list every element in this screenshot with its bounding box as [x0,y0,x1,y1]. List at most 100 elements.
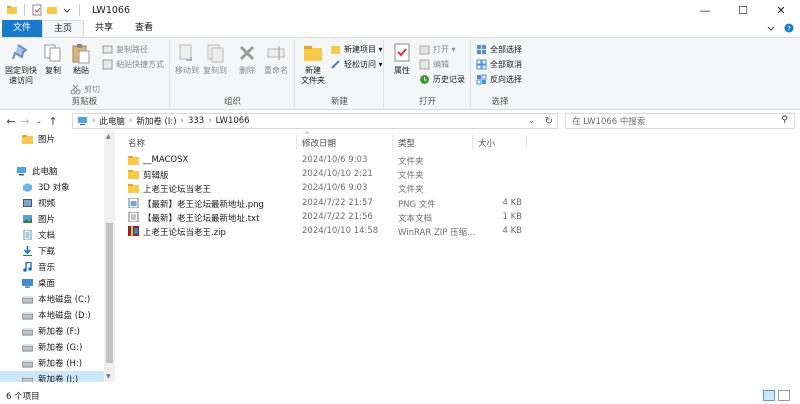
tab-home[interactable]: 主页 [42,20,85,37]
nav-item[interactable]: 视频 [0,195,115,211]
open-group-label: 打开 [418,97,436,107]
column-date[interactable]: 修改日期 [302,137,336,149]
search-input[interactable]: 在 LW1066 中搜索 ⚲ [565,113,795,129]
pin-to-quick-access-button[interactable]: 固定到快 速访问 [4,42,38,86]
delete-button[interactable]: 删除 [235,42,259,76]
nav-item[interactable]: 图片 [0,131,115,147]
file-row[interactable]: 【最新】老王论坛最新地址.png 2024/7/22 21:57 PNG 文件 4 K… [116,196,800,210]
search-icon[interactable]: ⚲ [781,115,788,125]
breadcrumb-item[interactable]: 此电脑 [99,115,125,127]
open-button[interactable]: 打开 ▾ [419,44,456,55]
new-item-button[interactable]: 新建项目 ▾ [330,44,383,55]
history-button[interactable]: 历史记录 [419,74,465,85]
recent-chevron-down-icon[interactable]: ⌄ [32,117,46,125]
refresh-icon[interactable]: ↻ [545,116,553,127]
nav-item[interactable]: 此电脑 [0,163,115,179]
copy-to-button[interactable]: 复制到 [201,42,229,76]
nav-item-label: 新加卷 (F:) [38,327,80,337]
computer-icon [17,167,26,176]
file-row[interactable]: __MACOSX 2024/10/6 9:03 文件夹 [116,153,800,167]
properties-icon[interactable] [31,4,43,16]
new-folder-button[interactable]: 新建 文件夹 [298,42,328,86]
nav-item[interactable]: 图片 [0,211,115,227]
documents-icon [23,230,32,240]
folder-icon [128,156,139,165]
copy-button[interactable]: 复制 [40,42,66,76]
details-view-icon[interactable] [763,390,775,401]
nav-item[interactable]: 新加卷 (G:) [0,339,115,355]
nav-item[interactable]: 3D 对象 [0,179,115,195]
tab-share[interactable]: 共享 [84,20,124,37]
cut-button[interactable]: 剪切 [70,84,100,95]
paste-icon [72,44,90,64]
delete-label: 删除 [239,66,255,75]
nav-item[interactable]: 本地磁盘 (D:) [0,307,115,323]
svg-text:?: ? [787,25,791,33]
large-icons-view-icon[interactable] [778,390,790,401]
tab-file[interactable]: 文件 [2,20,43,37]
nav-item-label: 3D 对象 [38,183,70,193]
3d-objects-icon [23,183,32,192]
easy-access-button[interactable]: 轻松访问 ▾ [330,59,383,70]
file-row[interactable]: 上老王论坛当老王 2024/10/6 9:03 文件夹 [116,181,800,195]
paste-button[interactable]: 粘贴 [68,42,94,76]
nav-item[interactable]: 下载 [0,243,115,259]
chevron-right-icon: › [180,116,184,126]
chevron-right-icon: › [92,116,96,126]
minimize-button[interactable]: — [686,0,724,20]
nav-scrollbar[interactable]: ▲ ▼ [104,131,115,382]
file-row[interactable]: 剪辑版 2024/10/10 2:21 文件夹 [116,167,800,181]
scroll-up-icon[interactable]: ▲ [106,133,111,140]
nav-item[interactable]: 桌面 [0,275,115,291]
back-arrow-icon[interactable]: ← [4,115,18,128]
close-button[interactable]: ✕ [762,0,800,20]
breadcrumb[interactable]: › 此电脑 › 新加卷 (I:) › 333 › LW1066 ⌄ ↻ [72,113,558,129]
chevron-down-icon[interactable] [61,4,73,16]
up-arrow-icon[interactable]: ↑ [46,115,60,128]
copy-to-label: 复制到 [203,66,227,75]
file-name: __MACOSX [143,155,189,165]
column-size[interactable]: 大小 [478,137,495,149]
forward-arrow-icon[interactable]: → [18,115,32,128]
edit-button[interactable]: 编辑 [419,59,449,70]
column-type[interactable]: 类型 [398,137,415,149]
new-item-icon [331,46,340,54]
maximize-button[interactable]: ☐ [724,0,762,20]
breadcrumb-item[interactable]: 333 [188,116,204,126]
nav-item[interactable]: 新加卷 (I:) [0,371,115,382]
select-none-button[interactable]: 全部取消 [476,59,522,70]
breadcrumb-item[interactable]: 新加卷 (I:) [136,115,176,127]
new-group: 新建 文件夹 新建项目 ▾ 轻松访问 ▾ 新建 [296,40,384,108]
select-none-label: 全部取消 [490,60,522,69]
scroll-down-icon[interactable]: ▼ [106,373,111,380]
help-icon[interactable]: ? [784,23,794,33]
rename-button[interactable]: 重命名 [261,42,291,76]
chevron-down-icon[interactable] [766,23,776,33]
nav-item[interactable]: 新加卷 (F:) [0,323,115,339]
select-all-button[interactable]: 全部选择 [476,44,522,55]
nav-item[interactable]: 音乐 [0,259,115,275]
new-folder-icon[interactable] [46,4,58,16]
nav-item-label: 本地磁盘 (D:) [38,311,91,321]
tab-view[interactable]: 查看 [124,20,164,37]
scissors-icon [70,84,81,95]
scrollbar-thumb[interactable] [106,223,113,363]
file-row[interactable]: 【最新】老王论坛最新地址.txt 2024/7/22 21:56 文本文档 1 KB [116,210,800,224]
drive-icon [22,312,33,320]
column-name[interactable]: 名称 [128,137,145,149]
divider [79,4,80,16]
nav-item-label: 桌面 [38,279,56,289]
nav-item[interactable]: 本地磁盘 (C:) [0,291,115,307]
copy-path-button[interactable]: 复制路径 [102,44,148,55]
new-group-label: 新建 [330,97,348,107]
chevron-down-icon[interactable]: ⌄ [528,116,535,126]
nav-item[interactable]: 新加卷 (H:) [0,355,115,371]
nav-item[interactable]: 文档 [0,227,115,243]
paste-shortcut-button[interactable]: 粘贴快捷方式 [102,59,164,70]
move-to-button[interactable]: 移动到 [173,42,201,76]
breadcrumb-item[interactable]: LW1066 [216,116,250,126]
properties-button[interactable]: 属性 [389,42,415,76]
search-placeholder: 在 LW1066 中搜索 [572,117,646,127]
file-row[interactable]: 上老王论坛当老王.zip 2024/10/10 14:58 WinRAR ZIP 压… [116,224,800,238]
invert-selection-button[interactable]: 反向选择 [476,74,522,85]
